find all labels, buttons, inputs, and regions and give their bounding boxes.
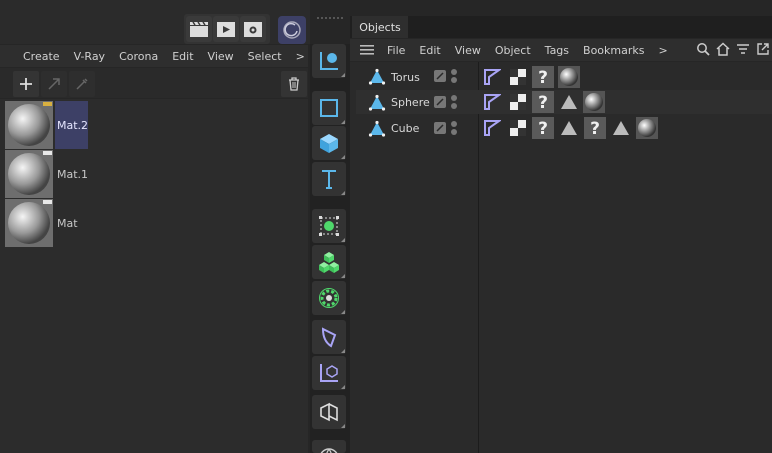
- material-tag-icon[interactable]: [558, 66, 580, 88]
- rectangle-icon[interactable]: [312, 91, 346, 125]
- visibility-dots-icon[interactable]: [450, 120, 458, 136]
- gear-gen-icon[interactable]: [312, 281, 346, 315]
- menu-view[interactable]: View: [448, 44, 488, 57]
- deformer-icon[interactable]: [312, 320, 346, 354]
- null-object-icon: [368, 120, 386, 138]
- phong-tag-icon[interactable]: [481, 117, 503, 139]
- checker-tag-icon[interactable]: [507, 66, 529, 88]
- new-window-icon[interactable]: [756, 42, 770, 56]
- triangle-tag-icon[interactable]: [610, 117, 632, 139]
- visibility-dots-icon[interactable]: [450, 68, 458, 84]
- cinema4d-logo-icon[interactable]: [278, 16, 306, 44]
- checker-tag-icon[interactable]: [507, 117, 529, 139]
- svg-text:?: ?: [538, 119, 548, 137]
- move-coords-icon[interactable]: [312, 44, 346, 78]
- layer-toggle-icon[interactable]: [434, 70, 446, 82]
- material-thumbnail[interactable]: [5, 150, 53, 198]
- question-tag-icon[interactable]: ?: [584, 117, 606, 139]
- add-icon[interactable]: [13, 71, 39, 97]
- null-object-icon: [368, 94, 386, 112]
- material-label[interactable]: Mat.2: [55, 101, 88, 149]
- bend-icon[interactable]: [312, 395, 346, 429]
- menu-tags[interactable]: Tags: [538, 44, 576, 57]
- material-tag-icon[interactable]: [636, 117, 658, 139]
- material-thumbnail[interactable]: [5, 101, 53, 149]
- cloner-icon[interactable]: [312, 245, 346, 279]
- tab-objects[interactable]: Objects: [352, 16, 408, 38]
- play-render-icon[interactable]: [213, 16, 239, 42]
- home-icon[interactable]: [716, 42, 730, 56]
- menu-bookmarks[interactable]: Bookmarks: [576, 44, 651, 57]
- visibility-dots-icon[interactable]: [450, 94, 458, 110]
- object-name[interactable]: Cube: [391, 116, 419, 140]
- render-settings-icon[interactable]: [240, 16, 266, 42]
- material-label[interactable]: Mat: [55, 199, 78, 247]
- material-thumbnail[interactable]: [5, 199, 53, 247]
- layer-toggle-icon[interactable]: [434, 122, 446, 134]
- layer-toggle-icon[interactable]: [434, 96, 446, 108]
- menu-file[interactable]: File: [380, 44, 412, 57]
- phong-tag-icon[interactable]: [481, 91, 503, 113]
- menu-corona[interactable]: Corona: [112, 50, 165, 63]
- panel-grip[interactable]: [316, 16, 344, 22]
- question-tag-icon[interactable]: ?: [532, 117, 554, 139]
- axis-icon[interactable]: [312, 356, 346, 390]
- triangle-tag-icon[interactable]: [558, 117, 580, 139]
- trash-icon[interactable]: [281, 71, 307, 97]
- globe-icon[interactable]: [312, 440, 346, 453]
- checker-tag-icon[interactable]: [507, 91, 529, 113]
- search-icon[interactable]: [696, 42, 710, 56]
- objects-tabbar: [350, 16, 772, 38]
- select-points-icon[interactable]: [312, 209, 346, 243]
- menu-more[interactable]: >: [652, 44, 675, 57]
- menu-select[interactable]: Select: [241, 50, 289, 63]
- menu-create[interactable]: Create: [16, 50, 67, 63]
- menu-vray[interactable]: V-Ray: [67, 50, 113, 63]
- svg-text:?: ?: [538, 68, 548, 86]
- phong-tag-icon[interactable]: [481, 66, 503, 88]
- cube-icon[interactable]: [312, 126, 346, 160]
- question-tag-icon[interactable]: ?: [532, 66, 554, 88]
- menu-object[interactable]: Object: [488, 44, 538, 57]
- menu-more[interactable]: >: [289, 50, 312, 63]
- arrow-icon[interactable]: [41, 71, 67, 97]
- menu-edit[interactable]: Edit: [165, 50, 200, 63]
- svg-text:?: ?: [590, 119, 600, 137]
- eyedropper-icon[interactable]: [69, 71, 95, 97]
- menu-edit[interactable]: Edit: [412, 44, 447, 57]
- material-tag-icon[interactable]: [583, 91, 605, 113]
- menu-view[interactable]: View: [201, 50, 241, 63]
- material-label[interactable]: Mat.1: [55, 150, 88, 198]
- question-tag-icon[interactable]: ?: [532, 91, 554, 113]
- hamburger-icon[interactable]: [360, 45, 374, 55]
- object-name[interactable]: Torus: [391, 65, 420, 89]
- filter-icon[interactable]: [736, 42, 750, 56]
- null-object-icon: [368, 68, 386, 86]
- triangle-tag-icon[interactable]: [558, 91, 580, 113]
- text-tool-icon[interactable]: [312, 162, 346, 196]
- svg-text:?: ?: [538, 93, 548, 111]
- clapper-icon[interactable]: [186, 16, 212, 42]
- material-menubar: Create V-Ray Corona Edit View Select >: [0, 45, 308, 67]
- object-name[interactable]: Sphere: [391, 90, 430, 114]
